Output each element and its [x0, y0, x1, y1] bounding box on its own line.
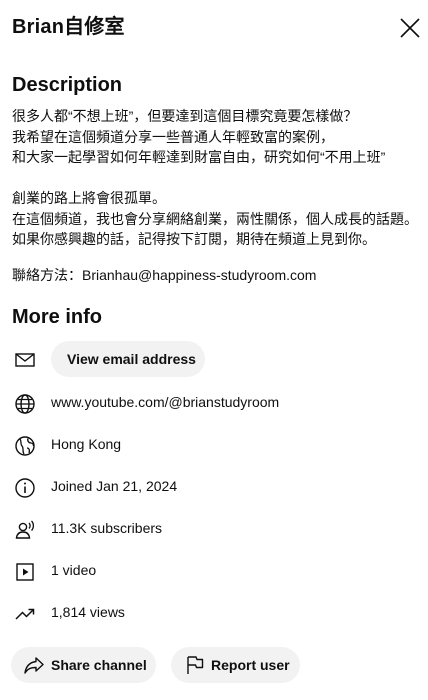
report-user-button[interactable]: Report user — [171, 647, 300, 683]
about-panel-header: Brian自修室 — [0, 0, 428, 56]
mail-icon — [15, 353, 35, 367]
more-info-heading: More info — [12, 306, 102, 328]
location-globe-icon — [15, 436, 35, 456]
info-icon — [15, 478, 35, 498]
joined-date: Joined Jan 21, 2024 — [51, 478, 178, 494]
channel-name: Brian自修室 — [12, 16, 125, 38]
play-icon — [16, 563, 34, 581]
trending-icon — [15, 608, 35, 620]
close-icon[interactable] — [397, 15, 423, 41]
subscriber-count: 11.3K subscribers — [51, 520, 163, 536]
share-channel-label: Share channel — [51, 657, 147, 673]
globe-icon — [15, 394, 35, 414]
view-email-button[interactable]: View email address — [51, 341, 205, 377]
video-count: 1 video — [51, 562, 97, 578]
report-user-label: Report user — [211, 657, 290, 673]
description-heading: Description — [12, 74, 123, 96]
person-icon — [15, 520, 35, 539]
description-text: 很多人都“不想上班”，但要達到這個目標究竟要怎樣做？ 我希望在這個頻道分享一些普… — [12, 108, 418, 247]
share-icon — [24, 657, 44, 674]
location-text: Hong Kong — [51, 436, 122, 452]
share-channel-button[interactable]: Share channel — [11, 647, 156, 683]
channel-url-link[interactable]: www.youtube.com/@brianstudyroom — [51, 392, 279, 412]
view-count: 1,814 views — [51, 604, 125, 620]
contact-info: 聯絡方法：Brianhau@happiness-studyroom.com — [12, 267, 317, 283]
flag-icon — [187, 656, 204, 674]
